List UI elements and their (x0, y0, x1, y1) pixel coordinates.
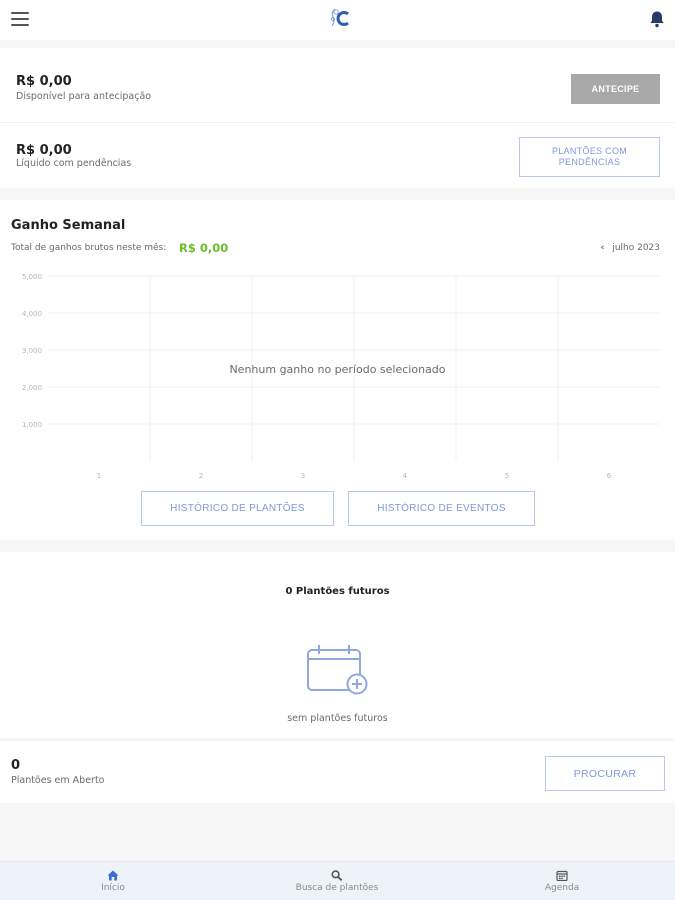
chart-x-tick-label: 5 (505, 472, 509, 480)
month-label: julho 2023 (612, 243, 660, 253)
chart-y-tick-label: 4,000 (22, 310, 42, 318)
nav-item-home[interactable]: Início (73, 862, 153, 900)
nav-label-home: Início (101, 883, 125, 893)
bottom-navigation: Início Busca de plantões Agenda (0, 861, 675, 900)
monthly-total-label: Total de ganhos brutos neste mês: (11, 243, 167, 253)
weekly-earnings-chart: 5,000 4,000 3,000 2,000 1,000 1 2 3 4 5 6 Nenhum g… (0, 268, 675, 488)
hamburger-menu-icon[interactable] (11, 12, 29, 26)
nav-item-agenda[interactable]: Agenda (522, 862, 602, 900)
chart-y-tick-label: 3,000 (22, 347, 42, 355)
top-bar (0, 0, 675, 40)
shift-history-button[interactable]: HISTÓRICO DE PLANTÕES (141, 491, 334, 526)
nav-label-agenda: Agenda (544, 883, 580, 893)
available-balance-card: R$ 0,00 Disponível para antecipação ANTE… (0, 48, 675, 122)
month-selector: ‹ julho 2023 (601, 243, 660, 253)
pending-balance-card: R$ 0,00 Líquido com pendências PLANTÕES … (0, 122, 675, 188)
future-shifts-empty-message: sem plantões futuros (287, 713, 388, 724)
future-shifts-card: 0 Plantões futuros sem plantões futuros (0, 552, 675, 738)
available-balance-label: Disponível para antecipação (16, 91, 152, 102)
calendar-icon (556, 870, 568, 881)
home-icon (107, 870, 119, 881)
weekly-earnings-title: Ganho Semanal (11, 218, 126, 233)
open-shifts-count: 0 (11, 758, 21, 773)
chart-x-tick-label: 1 (97, 472, 101, 480)
open-shifts-card: 0 Plantões em Aberto PROCURAR (0, 741, 675, 803)
future-shifts-title: 0 Plantões futuros (285, 586, 390, 597)
chart-x-tick-label: 6 (607, 472, 612, 480)
pending-balance-label: Líquido com pendências (16, 158, 132, 169)
chevron-left-icon[interactable]: ‹ (601, 243, 605, 253)
bell-icon[interactable] (649, 10, 665, 28)
event-history-button[interactable]: HISTÓRICO DE EVENTOS (348, 491, 535, 526)
antecipe-button[interactable]: ANTECIPE (571, 74, 660, 104)
pending-shifts-button[interactable]: PLANTÕES COM PENDÊNCIAS (519, 137, 660, 177)
nav-label-shift-search: Busca de plantões (295, 883, 379, 893)
search-shifts-button[interactable]: PROCURAR (545, 756, 665, 791)
app-screen: R$ 0,00 Disponível para antecipação ANTE… (0, 0, 675, 900)
available-balance-value: R$ 0,00 (16, 74, 72, 89)
monthly-total-value: R$ 0,00 (179, 241, 229, 255)
calendar-add-icon (307, 645, 368, 695)
chart-y-tick-label: 5,000 (22, 273, 42, 281)
chart-y-tick-label: 1,000 (22, 421, 42, 429)
app-logo-icon (330, 8, 349, 27)
chart-x-tick-label: 4 (403, 472, 408, 480)
open-shifts-label: Plantões em Aberto (11, 775, 105, 786)
chart-empty-message: Nenhum ganho no período selecionado (229, 363, 446, 376)
chart-svg: 5,000 4,000 3,000 2,000 1,000 1 2 3 4 5 6 (22, 273, 660, 480)
pending-balance-value: R$ 0,00 (16, 143, 72, 158)
chart-x-tick-label: 3 (301, 472, 305, 480)
search-icon (331, 870, 343, 881)
nav-item-shift-search[interactable]: Busca de plantões (277, 862, 397, 900)
weekly-earnings-card: Ganho Semanal Total de ganhos brutos nes… (0, 200, 675, 540)
chart-y-tick-label: 2,000 (22, 384, 42, 392)
chart-x-tick-label: 2 (199, 472, 203, 480)
